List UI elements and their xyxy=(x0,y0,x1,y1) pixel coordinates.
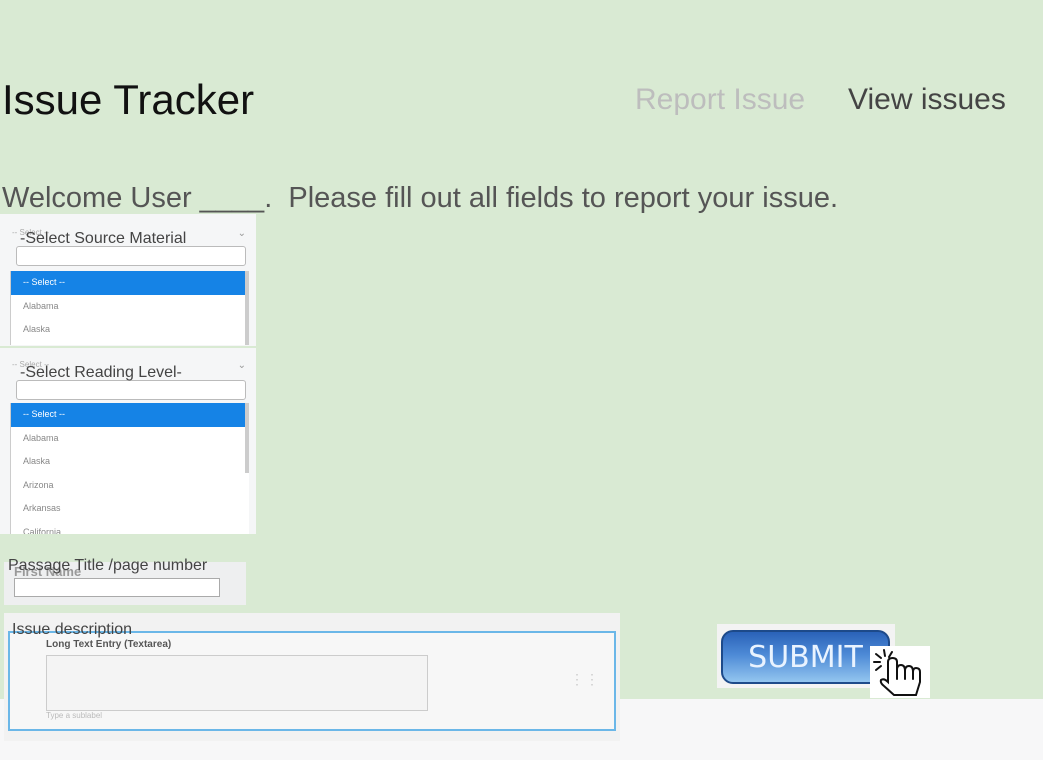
pointer-hand-icon xyxy=(870,646,930,698)
issue-description-textarea[interactable] xyxy=(46,655,428,711)
dropdown-options: -- Select -- Alabama Alaska xyxy=(10,271,249,345)
issue-description-label: Issue description xyxy=(12,621,133,638)
dropdown-search-input[interactable] xyxy=(16,380,246,400)
dropdown-option[interactable]: Alabama xyxy=(11,427,249,451)
submit-button[interactable]: SUBMIT xyxy=(721,630,890,684)
source-material-label: -Select Source Material xyxy=(20,230,187,247)
dropdown-search-input[interactable] xyxy=(16,246,246,266)
scrollbar[interactable] xyxy=(245,271,249,345)
scrollbar[interactable] xyxy=(245,403,249,473)
textarea-sublabel: Type a sublabel xyxy=(46,711,103,720)
submit-label: SUBMIT xyxy=(748,640,863,675)
nav-view-issues[interactable]: View issues xyxy=(848,82,1006,118)
passage-title-label: Passage Title /page number xyxy=(8,557,208,574)
dropdown-option[interactable]: California xyxy=(11,521,249,534)
drag-handle-icon[interactable]: ⋮⋮ xyxy=(570,671,600,688)
page-title: Issue Tracker xyxy=(2,76,255,123)
dropdown-option[interactable]: Alabama xyxy=(11,295,249,319)
passage-title-input[interactable] xyxy=(14,578,220,597)
dropdown-option[interactable]: Alaska xyxy=(11,450,249,474)
submit-panel: SUBMIT xyxy=(717,624,895,688)
chevron-down-icon: ⌄ xyxy=(237,228,246,239)
chevron-down-icon: ⌄ xyxy=(237,360,246,371)
dropdown-options: -- Select -- Alabama Alaska Arizona Arka… xyxy=(10,403,249,534)
dropdown-option[interactable]: Arizona xyxy=(11,474,249,498)
dropdown-option[interactable]: Alaska xyxy=(11,318,249,342)
textarea-widget: Long Text Entry (Textarea) Type a sublab… xyxy=(8,631,616,731)
reading-level-label: -Select Reading Level- xyxy=(20,364,182,381)
nav-report-issue[interactable]: Report Issue xyxy=(635,82,805,118)
textarea-ghost-title: Long Text Entry (Textarea) xyxy=(46,639,172,650)
welcome-message: Welcome User ____. Please fill out all f… xyxy=(2,182,839,214)
dropdown-option[interactable]: Arkansas xyxy=(11,497,249,521)
dropdown-option[interactable]: -- Select -- xyxy=(11,403,249,427)
dropdown-option[interactable]: -- Select -- xyxy=(11,271,249,295)
